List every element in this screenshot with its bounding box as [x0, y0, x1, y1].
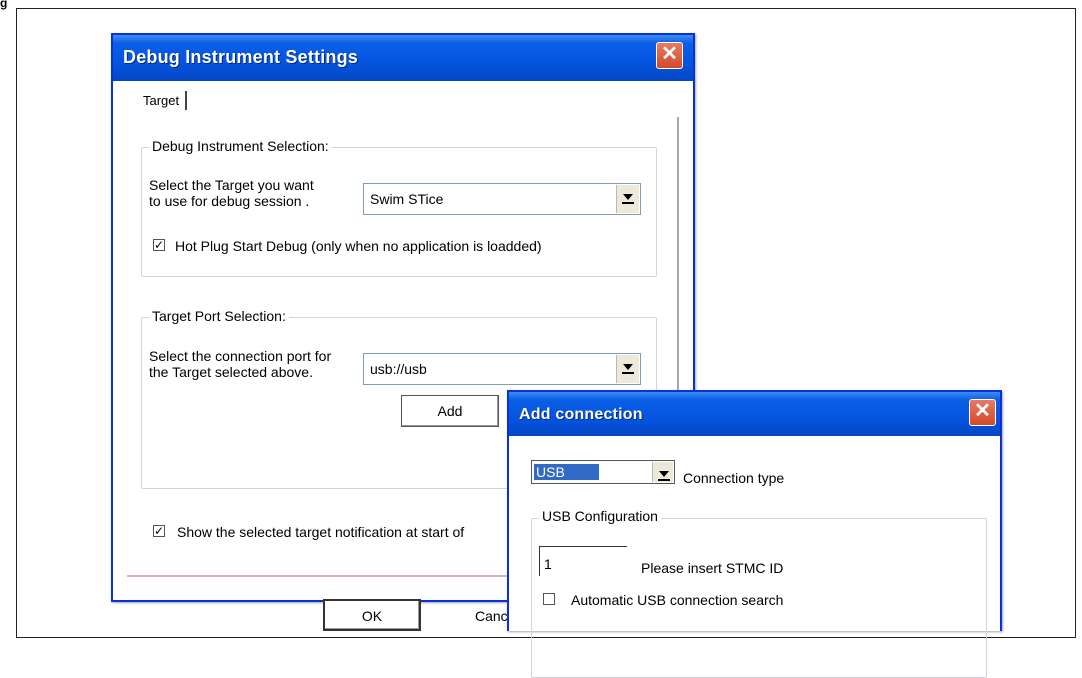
auto-usb-checkbox[interactable]	[543, 593, 555, 605]
hot-plug-label: Hot Plug Start Debug (only when no appli…	[175, 238, 542, 254]
hot-plug-checkbox[interactable]: ✓	[153, 239, 165, 251]
ok-label: OK	[361, 608, 383, 624]
close-button[interactable]: ✕	[656, 42, 683, 69]
target-prompt-line2: to use for debug session .	[149, 193, 310, 209]
add-port-label: Add	[437, 403, 463, 419]
connection-type-value: USB	[534, 464, 599, 480]
debug-instrument-legend: Debug Instrument Selection:	[149, 138, 332, 154]
dialog-title: Debug Instrument Settings	[123, 47, 359, 67]
target-select[interactable]: Swim STice	[363, 183, 641, 215]
target-prompt-line1: Select the Target you want	[149, 177, 314, 193]
close-button[interactable]: ✕	[969, 399, 996, 426]
chevron-down-icon[interactable]	[616, 355, 639, 383]
port-select[interactable]: usb://usb	[363, 353, 641, 385]
add-connection-dialog: Add connection ✕ USB Connection type USB…	[507, 390, 1002, 678]
notification-checkbox[interactable]: ✓	[153, 525, 165, 537]
ok-button[interactable]: OK	[323, 599, 421, 631]
auto-usb-label: Automatic USB connection search	[571, 592, 784, 608]
figure-label: g	[0, 0, 8, 10]
add-connection-body: USB Connection type USB Configuration 1 …	[509, 436, 1000, 678]
port-prompt-line1: Select the connection port for	[149, 348, 332, 364]
connection-type-select[interactable]: USB	[531, 460, 675, 484]
target-port-legend: Target Port Selection:	[149, 308, 289, 324]
port-select-value: usb://usb	[370, 361, 427, 377]
target-select-value: Swim STice	[370, 191, 444, 207]
usb-config-legend: USB Configuration	[539, 508, 661, 524]
stmc-id-label: Please insert STMC ID	[641, 560, 784, 576]
port-prompt-line2: the Target selected above.	[149, 364, 313, 380]
notification-label: Show the selected target notification at…	[177, 524, 465, 540]
connection-type-label: Connection type	[683, 470, 785, 486]
close-icon: ✕	[661, 43, 678, 65]
stmc-id-input[interactable]: 1	[539, 546, 627, 576]
add-connection-titlebar[interactable]: Add connection ✕	[509, 392, 1000, 436]
tab-target[interactable]: Target	[137, 91, 188, 110]
add-connection-title: Add connection	[519, 406, 643, 423]
close-icon: ✕	[974, 400, 991, 422]
connection-type-value-wrap: USB	[534, 464, 599, 480]
chevron-down-icon[interactable]	[616, 185, 639, 213]
debug-settings-titlebar[interactable]: Debug Instrument Settings ✕	[113, 35, 693, 81]
add-port-button[interactable]: Add	[401, 395, 499, 427]
chevron-down-icon[interactable]	[652, 462, 673, 482]
cancel-button[interactable]: Canc	[475, 608, 508, 624]
